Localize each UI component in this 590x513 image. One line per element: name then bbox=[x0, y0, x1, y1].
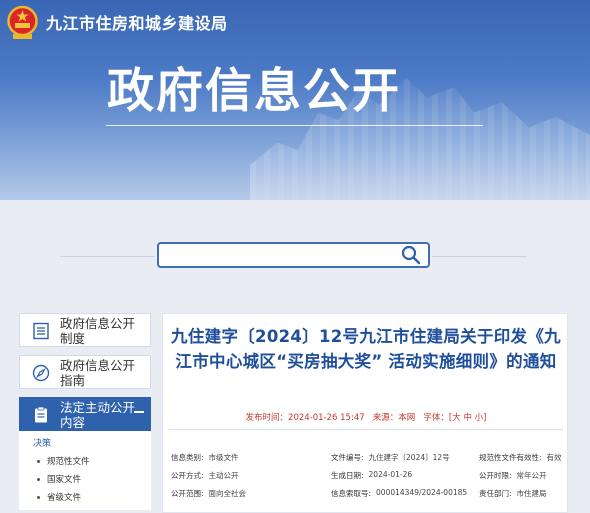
decor-line-right bbox=[432, 256, 527, 257]
sidebar-item-mandatory-disclosure[interactable]: 法定主动公开内容 bbox=[19, 397, 151, 431]
article-title: 九住建字〔2024〕12号九江市住建局关于印发《九江市中心城区“买房抽大奖” 活… bbox=[171, 327, 561, 371]
info-key: 生成日期: bbox=[331, 470, 364, 480]
info-key: 公开时限: bbox=[479, 470, 512, 480]
info-value: 市级文件 bbox=[208, 452, 239, 462]
article-meta: 发布时间：2024-01-26 15:47 来源：本网 字体：[大 中 小] bbox=[163, 411, 569, 423]
decor-line-left bbox=[60, 256, 155, 257]
info-value: 000014349/2024-00185 bbox=[376, 487, 468, 497]
publish-label: 发布时间： bbox=[245, 413, 289, 423]
national-emblem-icon bbox=[7, 5, 38, 39]
source-label: 来源： bbox=[372, 413, 399, 423]
table-row: 公开范围: 面向全社会 信息索取号: 000014349/2024-00185 责任… bbox=[171, 484, 566, 502]
table-row: 公开方式: 主动公开 生成日期: 2024-01-26 公开时限: 常年公开 bbox=[171, 466, 566, 484]
hero-underline bbox=[106, 125, 483, 126]
info-value: 主动公开 bbox=[208, 470, 239, 480]
header-banner: 九江市住房和城乡建设局 政府信息公开 bbox=[0, 0, 590, 200]
collapse-icon[interactable] bbox=[134, 411, 144, 413]
submenu-item[interactable]: 规范性文件 bbox=[19, 452, 151, 470]
search-input[interactable] bbox=[165, 246, 399, 266]
submenu-item[interactable]: 国家文件 bbox=[19, 470, 151, 488]
submenu-heading[interactable]: 决策 bbox=[19, 433, 151, 452]
table-row: 信息类别: 市级文件 文件编号: 九住建字〔2024〕12号 规范性文件有效性: 有效 bbox=[171, 448, 566, 466]
info-value: 面向全社会 bbox=[208, 488, 247, 498]
info-table: 信息类别: 市级文件 文件编号: 九住建字〔2024〕12号 规范性文件有效性: 有效… bbox=[171, 448, 566, 502]
sidebar-item-label: 政府信息公开制度 bbox=[60, 316, 136, 346]
hero-title: 政府信息公开 bbox=[107, 64, 401, 119]
submenu-item[interactable]: 省级文件 bbox=[19, 488, 151, 506]
info-key: 公开范围: bbox=[171, 488, 204, 498]
font-size-selector[interactable]: [大 中 小] bbox=[449, 413, 487, 423]
info-key: 信息索取号: bbox=[331, 488, 372, 498]
sidebar-item-policy[interactable]: 政府信息公开制度 bbox=[19, 313, 151, 347]
sidebar-item-label: 政府信息公开指南 bbox=[60, 358, 136, 388]
info-key: 规范性文件有效性: bbox=[479, 452, 542, 462]
document-list-icon bbox=[33, 322, 49, 340]
sidebar: 政府信息公开制度 政府信息公开指南 法定主动公开内容 决策 规范性文件 国家文件… bbox=[19, 313, 151, 510]
info-value: 市住建局 bbox=[516, 488, 547, 498]
search-bar bbox=[157, 242, 430, 268]
divider bbox=[169, 429, 563, 430]
clipboard-icon bbox=[35, 406, 47, 423]
info-key: 文件编号: bbox=[331, 452, 364, 462]
info-key: 信息类别: bbox=[171, 452, 204, 462]
font-size-label: 字体： bbox=[423, 413, 449, 423]
article-panel: 九住建字〔2024〕12号九江市住建局关于印发《九江市中心城区“买房抽大奖” 活… bbox=[162, 313, 568, 513]
publish-time: 2024-01-26 15:47 bbox=[288, 413, 365, 423]
site-title[interactable]: 九江市住房和城乡建设局 bbox=[46, 10, 228, 34]
info-value: 有效 bbox=[546, 452, 562, 462]
info-value: 常年公开 bbox=[516, 470, 547, 480]
sidebar-item-label: 法定主动公开内容 bbox=[60, 400, 136, 430]
sidebar-submenu: 决策 规范性文件 国家文件 省级文件 bbox=[19, 431, 151, 510]
info-key: 责任部门: bbox=[479, 488, 512, 498]
info-key: 公开方式: bbox=[171, 470, 204, 480]
info-value: 2024-01-26 bbox=[368, 469, 413, 479]
source-value: 本网 bbox=[398, 413, 416, 423]
compass-icon bbox=[32, 364, 50, 382]
info-value: 九住建字〔2024〕12号 bbox=[368, 452, 450, 462]
search-icon[interactable] bbox=[400, 245, 422, 265]
sidebar-item-guide[interactable]: 政府信息公开指南 bbox=[19, 355, 151, 389]
